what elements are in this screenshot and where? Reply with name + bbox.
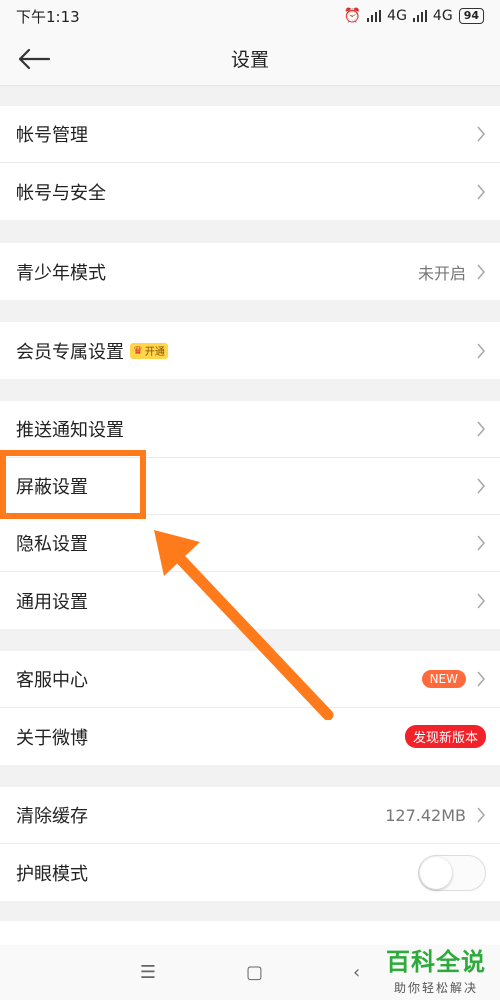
chevron-right-icon bbox=[477, 126, 486, 142]
back-arrow-icon bbox=[18, 48, 51, 70]
signal-icon-2 bbox=[412, 10, 427, 22]
setting-row-eye-protection: 护眼模式 bbox=[0, 844, 500, 901]
status-time: 下午1:13 bbox=[16, 7, 80, 26]
setting-row-vip-settings[interactable]: 会员专属设置 ♛ 开通 bbox=[0, 322, 500, 379]
row-label: 客服中心 bbox=[16, 670, 88, 691]
eye-protection-toggle[interactable] bbox=[418, 854, 486, 891]
row-label: 青少年模式 bbox=[16, 262, 106, 284]
signal-icon bbox=[367, 10, 382, 22]
row-label: 隐私设置 bbox=[16, 534, 88, 555]
toggle-knob bbox=[420, 856, 452, 889]
vip-badge-label: 开通 bbox=[144, 347, 165, 358]
settings-group-general: 推送通知设置 屏蔽设置 隐私设置 通用设置 bbox=[0, 401, 500, 629]
settings-group-account: 帐号管理 帐号与安全 bbox=[0, 106, 500, 220]
back-nav-icon[interactable]: ‹ bbox=[353, 962, 360, 983]
chevron-right-icon bbox=[477, 671, 486, 687]
menu-icon[interactable]: ☰ bbox=[140, 962, 156, 983]
setting-row-teen-mode[interactable]: 青少年模式 未开启 bbox=[0, 243, 500, 300]
battery-indicator: 94 bbox=[458, 8, 484, 24]
setting-row-general-settings[interactable]: 通用设置 bbox=[0, 572, 500, 629]
row-label: 帐号与安全 bbox=[16, 182, 106, 204]
network-label-2: 4G bbox=[432, 8, 453, 24]
teen-mode-status: 未开启 bbox=[417, 263, 466, 283]
network-label-1: 4G bbox=[387, 8, 407, 24]
settings-group-vip: 会员专属设置 ♛ 开通 bbox=[0, 322, 500, 379]
row-label: 关于微博 bbox=[16, 727, 88, 749]
crown-icon: ♛ bbox=[133, 344, 143, 357]
setting-row-privacy-settings[interactable]: 隐私设置 bbox=[0, 515, 500, 572]
row-label: 帐号管理 bbox=[16, 125, 88, 146]
setting-row-customer-service[interactable]: 客服中心 NEW bbox=[0, 651, 500, 708]
chevron-right-icon bbox=[477, 342, 486, 359]
watermark-subtitle: 助你轻松解决 bbox=[393, 981, 478, 995]
chevron-right-icon bbox=[477, 263, 486, 280]
row-label: 屏蔽设置 bbox=[16, 477, 88, 498]
watermark: 百科全说 助你轻松解决 bbox=[386, 942, 486, 996]
setting-row-clear-cache[interactable]: 清除缓存 127.42MB bbox=[0, 787, 500, 844]
cache-size: 127.42MB bbox=[385, 805, 466, 825]
back-button[interactable] bbox=[16, 42, 52, 76]
chevron-right-icon bbox=[477, 807, 486, 823]
row-label: 会员专属设置 bbox=[16, 341, 124, 363]
chevron-right-icon bbox=[477, 535, 486, 551]
setting-row-block-settings[interactable]: 屏蔽设置 bbox=[0, 458, 500, 515]
watermark-title: 百科全说 bbox=[386, 948, 486, 976]
chevron-right-icon bbox=[477, 183, 486, 200]
row-label: 通用设置 bbox=[16, 591, 88, 613]
status-bar: 下午1:13 ⏰ 4G 4G 94 bbox=[0, 0, 500, 32]
alarm-icon: ⏰ bbox=[343, 8, 362, 24]
settings-group-teen: 青少年模式 未开启 bbox=[0, 243, 500, 300]
setting-row-account-management[interactable]: 帐号管理 bbox=[0, 106, 500, 163]
row-label: 推送通知设置 bbox=[16, 420, 124, 441]
row-label: 护眼模式 bbox=[16, 863, 88, 885]
row-label: 清除缓存 bbox=[16, 806, 88, 827]
chevron-right-icon bbox=[477, 592, 486, 609]
page-title: 设置 bbox=[230, 49, 269, 71]
chevron-right-icon bbox=[477, 478, 486, 494]
settings-group-storage: 清除缓存 127.42MB 护眼模式 bbox=[0, 787, 500, 901]
vip-badge: ♛ 开通 bbox=[130, 342, 168, 359]
new-badge: NEW bbox=[421, 670, 466, 688]
setting-row-push-notifications[interactable]: 推送通知设置 bbox=[0, 401, 500, 458]
settings-group-support: 客服中心 NEW 关于微博 发现新版本 bbox=[0, 651, 500, 765]
chevron-right-icon bbox=[477, 421, 486, 437]
update-badge: 发现新版本 bbox=[404, 725, 486, 748]
setting-row-about-weibo[interactable]: 关于微博 发现新版本 bbox=[0, 708, 500, 765]
setting-row-account-security[interactable]: 帐号与安全 bbox=[0, 163, 500, 220]
nav-bar: 设置 bbox=[0, 32, 500, 86]
status-icons: ⏰ 4G 4G 94 bbox=[344, 8, 484, 24]
home-icon[interactable]: ▢ bbox=[246, 962, 263, 983]
